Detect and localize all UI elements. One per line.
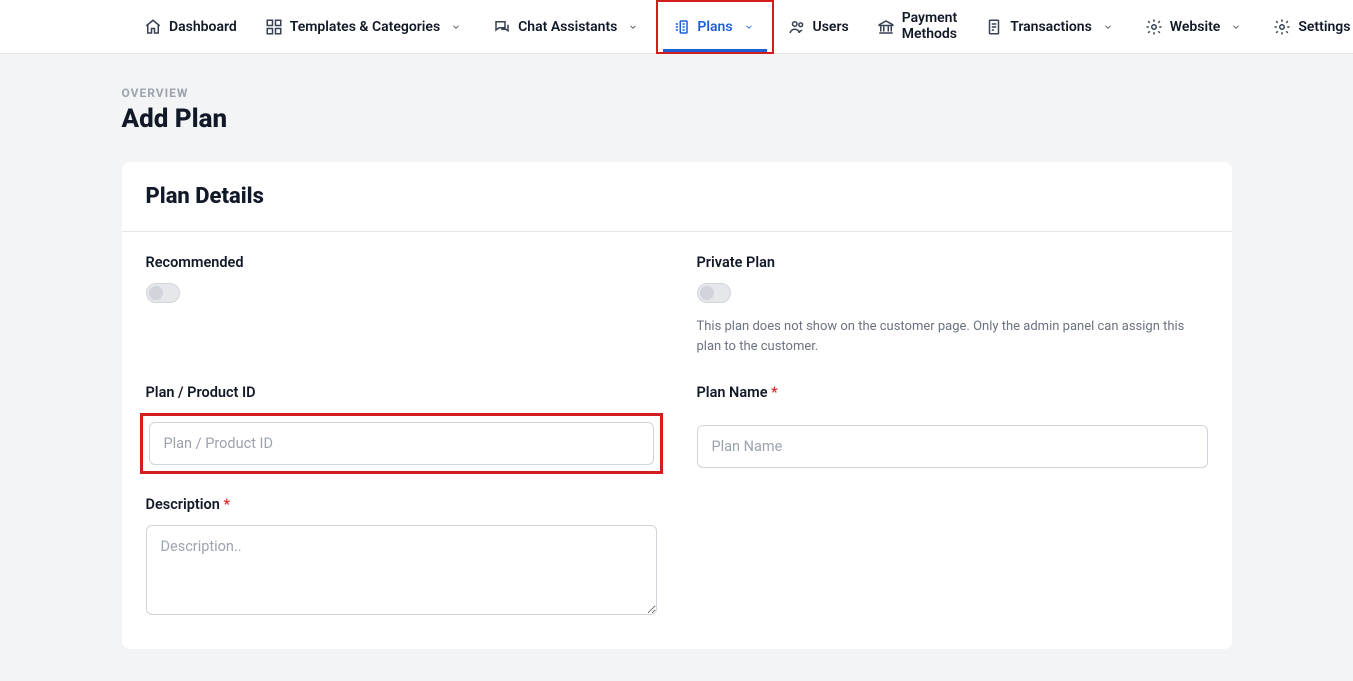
- plan-name-label: Plan Name *: [697, 384, 1208, 401]
- nav-website-label: Website: [1170, 19, 1221, 35]
- receipt-icon: [985, 18, 1003, 36]
- nav-website[interactable]: Website: [1131, 0, 1260, 54]
- nav-dashboard[interactable]: Dashboard: [130, 0, 251, 54]
- nav-templates-label: Templates & Categories: [290, 19, 440, 35]
- grid-icon: [265, 18, 283, 36]
- nav-settings[interactable]: Settings: [1259, 0, 1353, 54]
- private-plan-label: Private Plan: [697, 254, 1208, 271]
- nav-templates[interactable]: Templates & Categories: [251, 0, 479, 54]
- recommended-label: Recommended: [146, 254, 657, 271]
- plan-id-highlight: [140, 413, 663, 474]
- nav-dashboard-label: Dashboard: [169, 19, 237, 35]
- gear-icon: [1273, 18, 1291, 36]
- nav-chat[interactable]: Chat Assistants: [479, 0, 656, 54]
- plan-details-card: Plan Details Recommended Private Plan Th…: [122, 162, 1232, 649]
- chevron-down-icon: [447, 18, 465, 36]
- chevron-down-icon: [1227, 18, 1245, 36]
- nav-plans[interactable]: Plans: [656, 0, 773, 54]
- plan-name-input[interactable]: [697, 425, 1208, 468]
- nav-transactions-label: Transactions: [1010, 19, 1092, 35]
- top-nav: Dashboard Templates & Categories Chat As…: [0, 0, 1353, 54]
- nav-users[interactable]: Users: [774, 0, 863, 54]
- chevron-down-icon: [740, 18, 758, 36]
- description-label: Description *: [146, 496, 657, 513]
- plan-id-input[interactable]: [149, 422, 654, 465]
- users-icon: [788, 18, 806, 36]
- gear-icon: [1145, 18, 1163, 36]
- chat-icon: [493, 18, 511, 36]
- plans-icon: [672, 18, 690, 36]
- private-plan-toggle[interactable]: [697, 283, 731, 303]
- nav-payment-label-1: Payment: [902, 11, 958, 26]
- nav-transactions[interactable]: Transactions: [971, 0, 1131, 54]
- page-title: Add Plan: [122, 104, 1232, 134]
- bank-icon: [877, 18, 895, 36]
- nav-users-label: Users: [813, 19, 849, 35]
- nav-payment[interactable]: Payment Methods: [863, 0, 972, 54]
- recommended-toggle[interactable]: [146, 283, 180, 303]
- overview-label: OVERVIEW: [122, 86, 1232, 100]
- nav-chat-label: Chat Assistants: [518, 19, 617, 35]
- nav-payment-label-2: Methods: [902, 27, 958, 42]
- description-input[interactable]: [146, 525, 657, 615]
- plan-id-label: Plan / Product ID: [146, 384, 657, 401]
- chevron-down-icon: [624, 18, 642, 36]
- card-title: Plan Details: [146, 184, 1208, 209]
- private-plan-hint: This plan does not show on the customer …: [697, 317, 1208, 356]
- chevron-down-icon: [1099, 18, 1117, 36]
- nav-settings-label: Settings: [1298, 19, 1350, 35]
- nav-plans-label: Plans: [697, 19, 732, 35]
- home-icon: [144, 18, 162, 36]
